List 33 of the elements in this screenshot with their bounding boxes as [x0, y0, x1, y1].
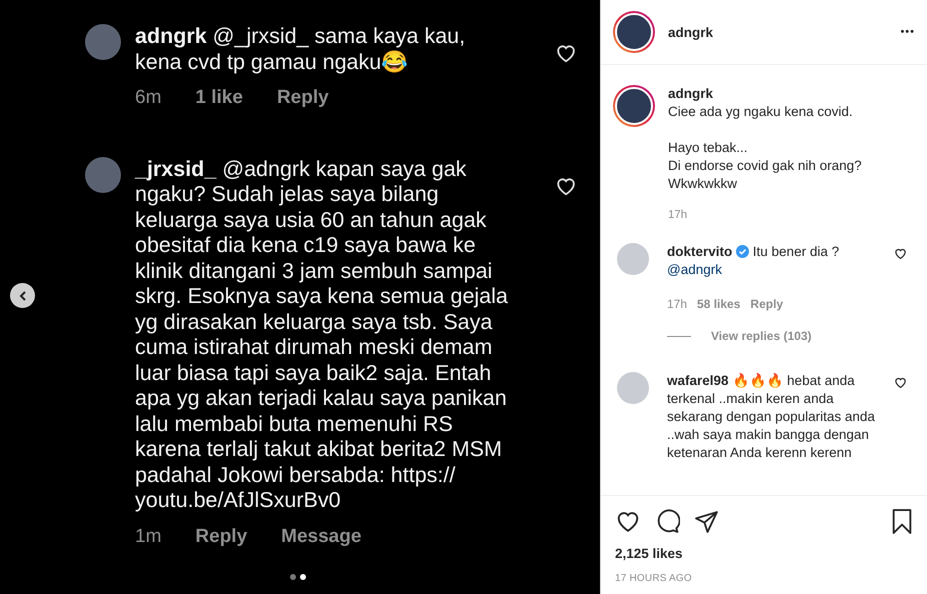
caption-time: 17h [668, 209, 688, 221]
comment-text: wafarel98 🔥🔥🔥 hebat anda terkenal ..makin keren anda sekarang dengan popularitas anda ..wah saya makin bangga dengan ketenaran Anda kerenn kerenn [667, 372, 876, 462]
likes-count[interactable]: 2,125 likes [615, 546, 913, 561]
comment-text: _jrxsid_ @adngrk kapan saya gak ngaku? Sudah jelas saya bilang keluarga saya usia 60 an tahun agak obesitaf dia kena c19 saya bawa ke klinik ditangani 3 jam sembuh sampai skrg. Esoknya saya kena semua gejala yg dirasakan keluarga saya tsb. Saya cuma istirahat dirumah meski demam luar biasa tapi saya baik2 saja. Entah apa yg akan terjadi kalau saya panikan lalu membabi buta memenuhi RS karena terlalj takut akibat berita2 MSM padahal Jokowi bersabda: https:// youtu.be/AfJlSxurBv0 [135, 156, 509, 514]
heart-icon[interactable] [894, 376, 907, 389]
username-link[interactable]: doktervito [667, 244, 732, 259]
previous-button[interactable] [10, 283, 35, 308]
bookmark-icon[interactable] [891, 508, 913, 534]
comment-action[interactable]: Reply [276, 85, 329, 110]
post-time: 17 HOURS AGO [615, 573, 693, 584]
mention-link[interactable]: @adngrk [667, 262, 722, 277]
comment-icon[interactable] [655, 508, 680, 534]
avatar[interactable] [613, 85, 655, 127]
carousel-dot[interactable] [300, 574, 306, 580]
comment-action[interactable]: Reply [195, 524, 248, 549]
username-link[interactable]: adngrk [668, 86, 714, 101]
caption-text: adngrk Ciee ada yg ngaku kena covid. Hayo tebak... Di endorse covid gak nih orang? Wkwkwkkw [668, 85, 862, 193]
avatar [85, 156, 121, 192]
heart-icon[interactable] [894, 247, 907, 260]
carousel-dot[interactable] [290, 574, 296, 580]
share-icon[interactable] [694, 508, 719, 534]
comment-time: 6m [135, 86, 162, 110]
comment-text: doktervito Itu bener dia ? @adngrk [667, 243, 840, 279]
comment-action[interactable]: Message [281, 524, 362, 549]
username-link[interactable]: adngrk [668, 24, 900, 40]
username-link[interactable]: wafarel98 [667, 373, 729, 388]
comment-time: 17h [667, 296, 688, 313]
more-options-button[interactable]: ••• [900, 26, 915, 38]
comment-action[interactable]: 1 like [195, 85, 243, 110]
comment-time: 1m [135, 524, 162, 548]
avatar[interactable] [613, 11, 655, 53]
comment-text: adngrk @_jrxsid_ sama kaya kau, kena cvd tp gamau ngaku😂 [135, 24, 466, 75]
avatar [85, 24, 121, 60]
